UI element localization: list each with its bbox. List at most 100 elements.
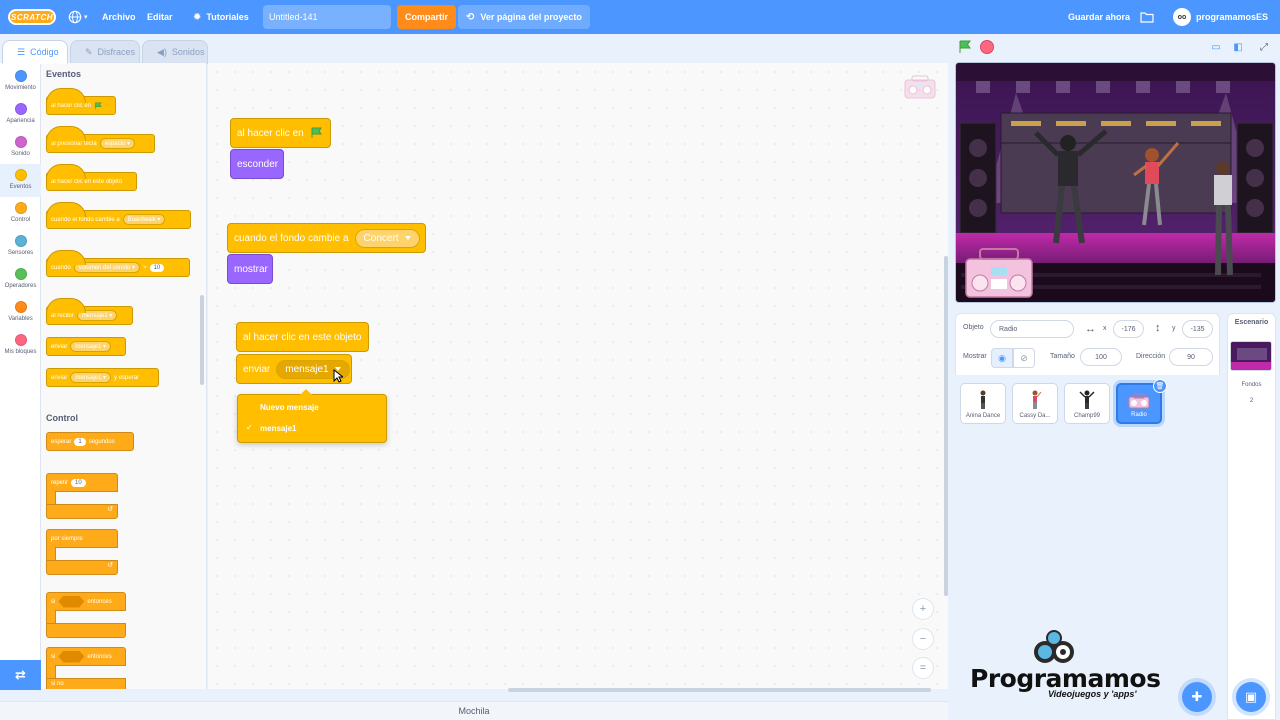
category-label: Eventos	[9, 184, 32, 190]
category-motion[interactable]: Movimiento	[0, 65, 41, 98]
scratch-logo[interactable]: SCRATCH	[8, 9, 56, 25]
tab-sounds[interactable]: ◀) Sonidos	[142, 40, 208, 64]
zoom-reset-button[interactable]: =	[912, 657, 934, 679]
tutorials-button[interactable]: ✹ Tutoriales	[193, 0, 249, 34]
direction-input[interactable]: 90	[1169, 348, 1213, 366]
choose-sprite-button[interactable]: ✚	[1182, 682, 1212, 712]
category-sound[interactable]: Sonido	[0, 131, 41, 164]
lightbulb-icon: ✹	[193, 11, 202, 23]
category-events[interactable]: Eventos	[0, 164, 41, 197]
category-variables[interactable]: Variables	[0, 296, 41, 329]
tab-code[interactable]: ☰ Código	[2, 40, 68, 64]
sprite-name-input[interactable]: Radio	[990, 320, 1074, 338]
stage-canvas[interactable]	[955, 62, 1276, 303]
when-sprite-clicked-block[interactable]: al hacer clic en este objeto	[236, 309, 369, 352]
sprite-card-cassy-dance[interactable]: Cassy Da...	[1012, 383, 1058, 424]
palette-if-then[interactable]: si entonces	[46, 592, 126, 611]
show-label: Mostrar	[963, 353, 987, 360]
category-label: Mis bloques	[4, 349, 37, 355]
palette-when-key-pressed[interactable]: al presionar tecla espacio ▾	[46, 126, 155, 153]
palette-when-sprite-clicked[interactable]: al hacer clic en este objeto	[46, 164, 137, 191]
language-menu[interactable]: ▾	[68, 0, 88, 34]
backpack-bar[interactable]: Mochila	[0, 701, 948, 720]
palette-when-backdrop-switches[interactable]: cuando el fondo cambie a Boardwalk ▾	[46, 202, 191, 229]
category-dot-icon	[14, 136, 27, 148]
stage-thumbnail[interactable]	[1230, 341, 1272, 371]
condition-slot[interactable]	[58, 650, 85, 663]
tab-costumes[interactable]: ✎ Disfraces	[70, 40, 140, 64]
green-flag-button[interactable]	[958, 40, 972, 54]
condition-slot[interactable]	[58, 595, 85, 608]
share-button[interactable]: Compartir	[397, 5, 457, 29]
user-menu[interactable]: oo programamosES	[1173, 0, 1268, 34]
gt-label: >	[143, 264, 147, 271]
hide-sprite-button[interactable]: ⊘	[1013, 348, 1035, 368]
stage-selector-panel[interactable]	[1227, 313, 1276, 720]
key-dropdown[interactable]: espacio ▾	[99, 138, 136, 149]
y-input[interactable]: -135	[1182, 320, 1213, 338]
palette-if-then-else[interactable]: si entonces	[46, 647, 126, 666]
file-menu[interactable]: Archivo	[102, 0, 136, 34]
category-operators[interactable]: Operadores	[0, 263, 41, 296]
show-sprite-button[interactable]: ◉	[991, 348, 1013, 368]
palette-forever[interactable]: por siempre	[46, 529, 118, 548]
palette-broadcast-and-wait[interactable]: enviar mensaje1 ▾ y esperar	[46, 368, 159, 387]
palette-broadcast[interactable]: enviar mensaje1 ▾	[46, 337, 126, 356]
edit-menu[interactable]: Editar	[147, 0, 173, 34]
size-input[interactable]: 100	[1080, 348, 1122, 366]
block-label: mostrar	[234, 263, 268, 275]
save-now-button[interactable]: Guardar ahora	[1068, 0, 1130, 34]
menu-item-new-message[interactable]: Nuevo mensaje	[260, 403, 319, 412]
dropdown-value: Boardwalk	[127, 217, 156, 223]
palette-scrollbar[interactable]	[200, 295, 204, 385]
sprite-card-champ99[interactable]: Champ99	[1064, 383, 1110, 424]
x-input[interactable]: -176	[1113, 320, 1144, 338]
small-stage-button[interactable]: ▭	[1208, 40, 1224, 54]
menu-item-mensaje1[interactable]: mensaje1	[260, 424, 296, 433]
category-my-blocks[interactable]: Mis bloques	[0, 329, 41, 362]
stop-button[interactable]	[980, 40, 994, 54]
wait-input[interactable]: 1	[74, 437, 86, 446]
category-control[interactable]: Control	[0, 197, 41, 230]
project-title-input[interactable]: Untitled-141	[263, 5, 391, 29]
repeat-input[interactable]: 10	[71, 478, 86, 487]
cassy-sprite-icon	[1032, 390, 1042, 409]
palette-when-receive[interactable]: al recibir mensaje1 ▾	[46, 298, 133, 325]
loudness-input[interactable]: 10	[149, 263, 165, 272]
palette-wait[interactable]: esperar 1 segundos	[46, 432, 134, 451]
hide-block[interactable]: esconder	[230, 149, 284, 179]
backdrop-dropdown[interactable]: Concert	[354, 228, 420, 248]
zoom-in-button[interactable]: +	[912, 598, 934, 620]
zoom-out-button[interactable]: −	[912, 628, 934, 650]
palette-heading-control: Control	[46, 413, 78, 423]
fullscreen-button[interactable]: ⤢	[1256, 40, 1272, 54]
message-dropdown[interactable]: mensaje1 ▾	[70, 341, 112, 352]
code-vertical-scrollbar[interactable]	[944, 256, 948, 596]
delete-sprite-button[interactable]: 🗑	[1153, 379, 1167, 393]
brand-tagline: Videojuegos y 'apps'	[1048, 689, 1137, 699]
when-backdrop-switches-block[interactable]: cuando el fondo cambie a Concert	[227, 210, 426, 253]
sensor-dropdown[interactable]: volumen del sonido ▾	[73, 262, 141, 273]
category-sensing[interactable]: Sensores	[0, 230, 41, 263]
normal-stage-button[interactable]: ◧	[1230, 40, 1246, 54]
block-label: al presionar tecla	[51, 140, 97, 147]
palette-repeat[interactable]: repetir 10	[46, 473, 118, 492]
sprite-card-anina-dance[interactable]: Anina Dance	[960, 383, 1006, 424]
message-dropdown[interactable]: mensaje1 ▾	[76, 310, 118, 321]
backdrop-dropdown[interactable]: Boardwalk ▾	[122, 214, 166, 225]
when-flag-clicked-block[interactable]: al hacer clic en	[230, 105, 331, 148]
category-looks[interactable]: Apariencia	[0, 98, 41, 131]
palette-when-loudness[interactable]: cuando volumen del sonido ▾ > 10	[46, 250, 190, 277]
category-label: Movimiento	[5, 85, 36, 91]
block-label: enviar	[51, 343, 68, 350]
sprite-label: Objeto	[963, 324, 984, 331]
palette-when-flag-clicked[interactable]: al hacer clic en	[46, 88, 116, 115]
my-stuff-button[interactable]	[1140, 0, 1154, 34]
message-dropdown[interactable]: mensaje1 ▾	[70, 372, 112, 383]
category-menu: Movimiento Apariencia Sonido Eventos Con…	[0, 63, 41, 689]
code-horizontal-scrollbar[interactable]	[508, 688, 931, 692]
project-page-button[interactable]: ⟲ Ver página del proyecto	[458, 5, 590, 29]
choose-backdrop-button[interactable]: ▣	[1236, 682, 1266, 712]
show-block[interactable]: mostrar	[227, 254, 273, 284]
add-extension-button[interactable]: ⇄	[0, 660, 41, 690]
